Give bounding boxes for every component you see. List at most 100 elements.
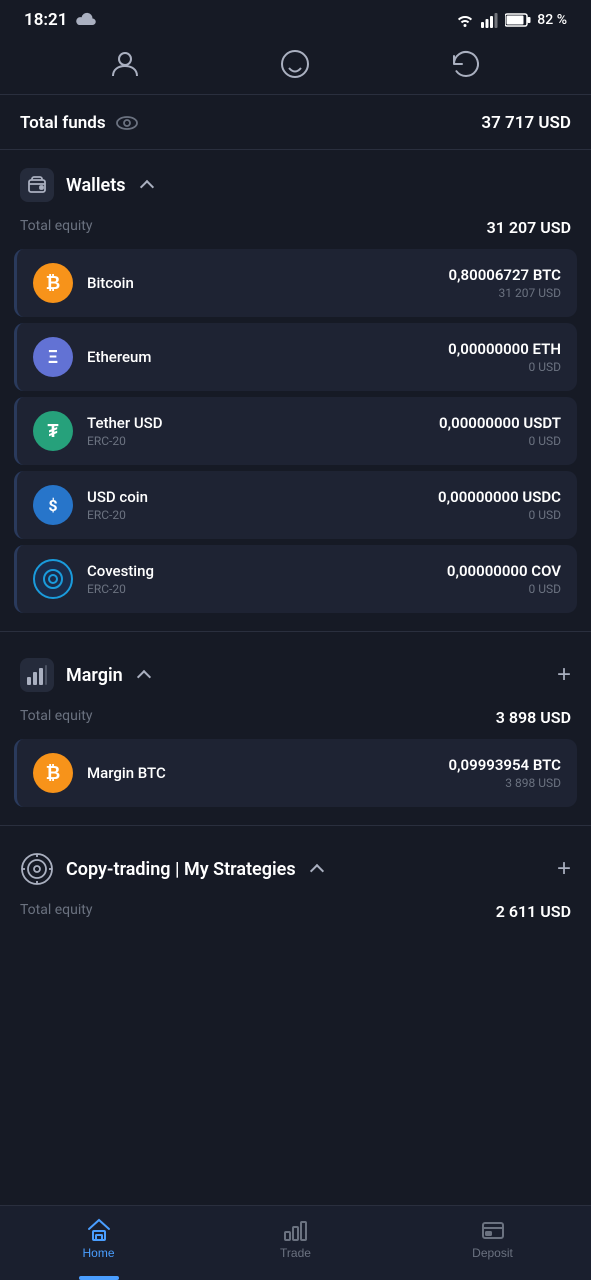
profile-button[interactable] <box>109 48 141 80</box>
margin-title: Margin <box>66 665 123 686</box>
copytrading-total-amount: 2 611 USD <box>496 902 571 921</box>
covesting-subtitle: ERC-20 <box>87 582 447 596</box>
total-funds-left: Total funds <box>20 113 138 133</box>
bottom-nav: Home Trade Deposit <box>0 1205 591 1280</box>
copytrading-total-row: Total equity 2 611 USD <box>0 898 591 933</box>
total-funds-row: Total funds 37 717 USD <box>0 95 591 150</box>
home-icon <box>86 1218 112 1242</box>
usdc-subtitle: ERC-20 <box>87 508 438 522</box>
margin-list: ₿ Margin BTC 0,09993954 BTC 3 898 USD <box>0 739 591 817</box>
margin-icon-box <box>20 658 54 692</box>
margin-btc-usd: 3 898 USD <box>448 776 561 790</box>
status-icons: 82 % <box>455 12 567 28</box>
wallet-item-tether[interactable]: ₮ Tether USD ERC-20 0,00000000 USDT 0 US… <box>14 397 577 465</box>
bitcoin-crypto: 0,80006727 BTC <box>448 266 561 284</box>
tether-usd: 0 USD <box>439 434 561 448</box>
wallet-item-margin-btc[interactable]: ₿ Margin BTC 0,09993954 BTC 3 898 USD <box>14 739 577 807</box>
usdc-usd: 0 USD <box>438 508 561 522</box>
trade-icon <box>283 1218 309 1242</box>
bitcoin-icon: ₿ <box>33 263 73 303</box>
profile-icon <box>109 48 141 80</box>
nav-deposit-label: Deposit <box>472 1246 513 1260</box>
wallet-icon <box>27 175 47 195</box>
battery-percent: 82 % <box>537 12 567 28</box>
usdc-crypto: 0,00000000 USDC <box>438 488 561 506</box>
wallets-total-label: Total equity <box>20 218 92 237</box>
main-scroll: Total funds 37 717 USD Wallets <box>0 95 591 1280</box>
messages-button[interactable] <box>279 48 311 80</box>
wallets-total-row: Total equity 31 207 USD <box>0 214 591 249</box>
covesting-crypto: 0,00000000 COV <box>447 562 561 580</box>
copytrading-header: Copy-trading | My Strategies + <box>0 834 591 898</box>
battery-icon <box>505 13 531 27</box>
tether-icon: ₮ <box>33 411 73 451</box>
wallet-item-covesting[interactable]: Covesting ERC-20 0,00000000 COV 0 USD <box>14 545 577 613</box>
wallets-list: ₿ Bitcoin 0,80006727 BTC 31 207 USD Ξ Et… <box>0 249 591 623</box>
signal-icon <box>481 12 499 28</box>
deposit-icon <box>480 1218 506 1242</box>
status-bar: 18:21 82 % <box>0 0 591 38</box>
wallets-icon-box <box>20 168 54 202</box>
wallets-total-amount: 31 207 USD <box>487 218 571 237</box>
nav-trade-button[interactable]: Trade <box>256 1218 336 1260</box>
ethereum-name: Ethereum <box>87 348 448 366</box>
cloud-icon <box>75 12 97 28</box>
margin-add-button[interactable]: + <box>557 663 571 687</box>
tether-crypto: 0,00000000 USDT <box>439 414 561 432</box>
wallet-item-bitcoin[interactable]: ₿ Bitcoin 0,80006727 BTC 31 207 USD <box>14 249 577 317</box>
margin-btc-crypto: 0,09993954 BTC <box>448 756 561 774</box>
margin-btc-icon: ₿ <box>33 753 73 793</box>
margin-total-row: Total equity 3 898 USD <box>0 704 591 739</box>
usdc-name: USD coin <box>87 488 438 506</box>
wallets-header-left: Wallets <box>20 168 152 202</box>
margin-btc-name: Margin BTC <box>87 764 448 782</box>
ethereum-crypto: 0,00000000 ETH <box>448 340 561 358</box>
margin-header: Margin + <box>0 640 591 704</box>
margin-total-label: Total equity <box>20 708 92 727</box>
eye-icon[interactable] <box>116 115 138 131</box>
total-funds-label: Total funds <box>20 113 106 133</box>
copytrading-add-button[interactable]: + <box>557 857 571 881</box>
chat-icon <box>279 48 311 80</box>
margin-header-left: Margin <box>20 658 149 692</box>
usdc-icon: $ <box>33 485 73 525</box>
covesting-usd: 0 USD <box>447 582 561 596</box>
covesting-name: Covesting <box>87 562 447 580</box>
copytrading-total-label: Total equity <box>20 902 92 921</box>
ethereum-icon: Ξ <box>33 337 73 377</box>
margin-total-amount: 3 898 USD <box>496 708 571 727</box>
tether-subtitle: ERC-20 <box>87 434 439 448</box>
wallets-collapse-icon[interactable] <box>139 180 153 194</box>
divider-2 <box>0 825 591 826</box>
ethereum-usd: 0 USD <box>448 360 561 374</box>
wallets-header: Wallets <box>0 150 591 214</box>
total-funds-amount: 37 717 USD <box>481 113 571 133</box>
tether-name: Tether USD <box>87 414 439 432</box>
nav-deposit-button[interactable]: Deposit <box>453 1218 533 1260</box>
bitcoin-name: Bitcoin <box>87 274 448 292</box>
margin-collapse-icon[interactable] <box>137 670 151 684</box>
copytrading-title: Copy-trading | My Strategies <box>66 859 296 880</box>
status-time: 18:21 <box>24 10 67 30</box>
history-icon <box>450 48 482 80</box>
wallet-item-ethereum[interactable]: Ξ Ethereum 0,00000000 ETH 0 USD <box>14 323 577 391</box>
margin-bar-icon <box>26 665 48 685</box>
copytrading-icon-box <box>20 852 54 886</box>
copytrading-collapse-icon[interactable] <box>310 864 324 878</box>
nav-home-button[interactable]: Home <box>59 1218 139 1260</box>
nav-trade-label: Trade <box>280 1246 311 1260</box>
nav-home-label: Home <box>82 1246 114 1260</box>
covesting-icon <box>33 559 73 599</box>
wifi-icon <box>455 12 475 28</box>
top-nav <box>0 38 591 95</box>
wallets-section: Wallets Total equity 31 207 USD ₿ Bitcoi… <box>0 150 591 623</box>
copytrading-icon <box>20 852 54 886</box>
copytrading-section: Copy-trading | My Strategies + Total equ… <box>0 834 591 933</box>
copytrading-header-left: Copy-trading | My Strategies <box>20 852 322 886</box>
divider-1 <box>0 631 591 632</box>
history-button[interactable] <box>450 48 482 80</box>
covesting-symbol <box>42 568 64 590</box>
wallet-item-usdc[interactable]: $ USD coin ERC-20 0,00000000 USDC 0 USD <box>14 471 577 539</box>
nav-active-indicator <box>79 1276 119 1280</box>
wallets-title: Wallets <box>66 175 126 196</box>
